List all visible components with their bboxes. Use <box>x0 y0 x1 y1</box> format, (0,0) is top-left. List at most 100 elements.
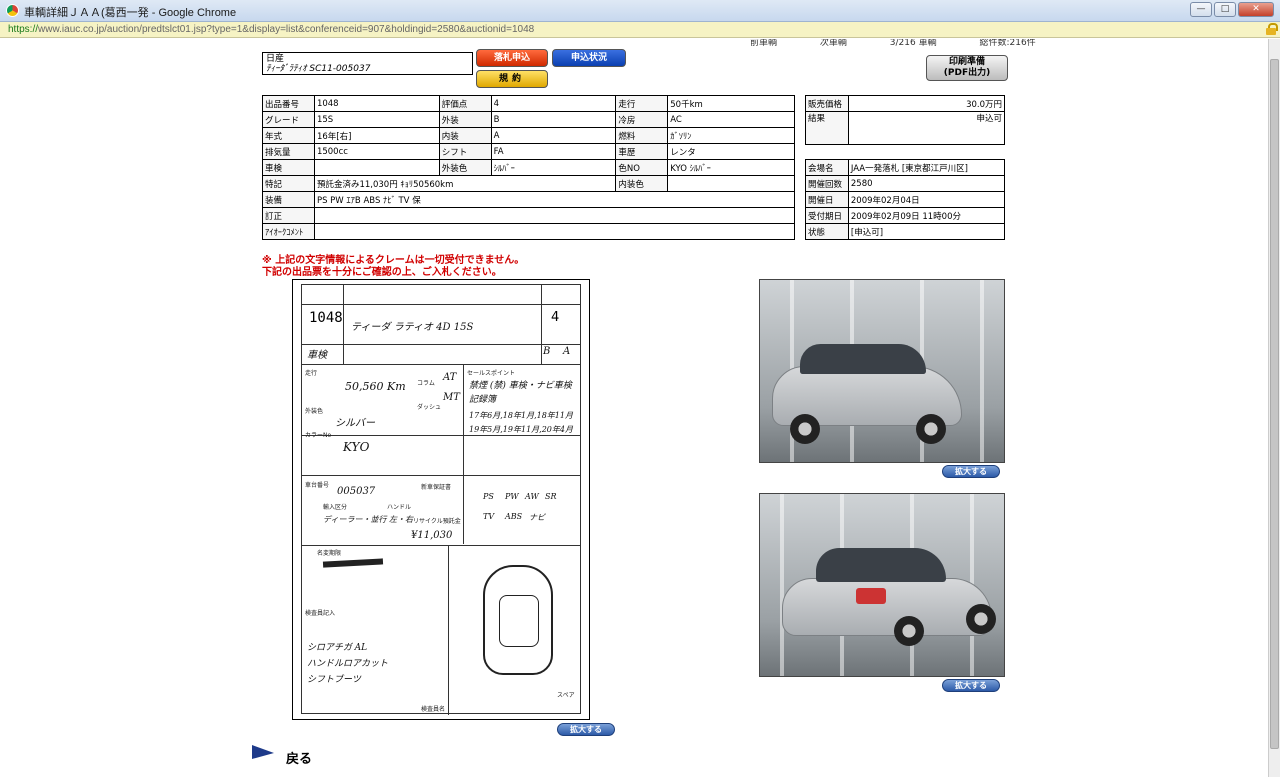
maker-name: 日産 <box>266 54 285 64</box>
sheet-dash-label: ダッシュ <box>417 404 442 411</box>
address-bar[interactable]: https://www.iauc.co.jp/auction/predtslct… <box>0 22 1280 38</box>
colorno-label: 色NO <box>615 159 669 176</box>
special-label: 特記 <box>262 175 315 192</box>
car-taillight <box>856 588 886 604</box>
table-row: 車検 外装色 ｼﾙﾊﾞｰ 色NO KYO ｼﾙﾊﾞｰ <box>262 159 795 176</box>
page-viewport: 前車輌 次車輌 3/216 車輌 総件数:216件 日産 ﾃｨｰﾀﾞﾗﾃｨｵ S… <box>0 39 1268 777</box>
result-label: 結果 <box>805 111 849 145</box>
sheet-notes-3: シフトブーツ <box>307 675 361 685</box>
zoom-front-photo-button[interactable]: 拡大する <box>942 465 1000 478</box>
sheet-notes-label: 検査員記入 <box>305 610 336 617</box>
deadline-value: 2009年02月09日 11時00分 <box>847 207 1006 224</box>
venue-label: 会場名 <box>805 159 849 176</box>
warning-notice: ※ 上記の文字情報によるクレームは一切受付できません。 下記の出品票を十分にご確… <box>262 255 524 279</box>
sheet-owner-label: 名変期限 <box>317 550 342 557</box>
venue-value: JAA一発落札 [東京都江戸川区] <box>847 159 1006 176</box>
minimize-button[interactable]: — <box>1190 2 1212 17</box>
table-row: 年式 16年[右] 内装 A 燃料 ｶﾞｿﾘﾝ <box>262 127 795 144</box>
zoom-rear-photo-button[interactable]: 拡大する <box>942 679 1000 692</box>
color-label: 外装色 <box>438 159 492 176</box>
intcolor-label: 内装色 <box>615 175 669 192</box>
photo-background <box>980 280 984 462</box>
table-row: 状態 [申込可] <box>805 223 1006 240</box>
sheet-spare-label: スペア <box>557 692 575 699</box>
sheet-notes-1: シロアチガ AL <box>307 643 368 653</box>
total-count: 総件数:216件 <box>979 39 1036 48</box>
sheet-color: シルバー <box>335 418 375 429</box>
shift-label: シフト <box>438 143 492 160</box>
ac-label: 冷房 <box>615 111 669 128</box>
window-title: 車輌詳細ＪＡＡ(葛西一発 - Google Chrome <box>24 7 237 19</box>
cc-value: 1500cc <box>313 143 440 160</box>
price-table: 販売価格 30.0万円 結果 申込可 <box>805 95 1006 145</box>
sheet-divider <box>448 545 449 715</box>
back-link[interactable]: 戻る <box>252 747 312 767</box>
print-button-label: 印刷準備 <box>948 57 985 67</box>
lock-icon[interactable] <box>1266 23 1278 35</box>
equip-value: PS PW ｴｱB ABS ﾅﾋﾞ TV 保 <box>313 191 796 208</box>
zoom-sheet-button[interactable]: 拡大する <box>557 723 615 736</box>
fuel-value: ｶﾞｿﾘﾝ <box>667 127 795 144</box>
date-label: 開催日 <box>805 191 849 208</box>
photo-background <box>780 494 784 676</box>
colorno-value: KYO ｼﾙﾊﾞｰ <box>667 159 795 176</box>
back-arrow-icon <box>252 749 274 765</box>
url-scheme: https:// <box>8 24 39 35</box>
exterior-value: B <box>490 111 617 128</box>
comment-label: ｱｲｵｰｸｺﾒﾝﾄ <box>262 223 315 240</box>
maximize-button[interactable]: □ <box>1214 2 1236 17</box>
url-text[interactable]: https://www.iauc.co.jp/auction/predtslct… <box>8 24 534 35</box>
car-wheel <box>894 616 924 646</box>
rules-button[interactable]: 規約 <box>476 70 548 88</box>
sheet-points-1: 禁煙 (禁) 車検・ナビ車検 <box>469 381 572 391</box>
table-row: グレード 15S 外装 B 冷房 AC <box>262 111 795 128</box>
close-button[interactable]: ✕ <box>1238 2 1274 17</box>
status-button[interactable]: 申込状況 <box>552 49 626 67</box>
table-row: 開催日 2009年02月04日 <box>805 191 1006 208</box>
sheet-opt-navi: ナビ <box>529 513 545 522</box>
score-label: 評価点 <box>438 95 492 112</box>
state-label: 状態 <box>805 223 849 240</box>
inspection-label: 車検 <box>262 159 315 176</box>
result-value: 申込可 <box>847 111 1006 145</box>
window-titlebar: 車輌詳細ＪＡＡ(葛西一発 - Google Chrome — □ ✕ <box>0 0 1280 22</box>
table-row: 会場名 JAA一発落札 [東京都江戸川区] <box>805 159 1006 176</box>
model-name: ﾃｨｰﾀﾞﾗﾃｨｵ SC11-005037 <box>266 64 371 74</box>
sheet-opt-pw: PW <box>505 492 519 501</box>
print-button[interactable]: 印刷準備 (PDF出力) <box>926 55 1008 81</box>
car-body <box>782 578 992 636</box>
sheet-exterior-grade: B <box>543 346 551 357</box>
sheet-points-3: 17年6月,18年1月,18年11月 <box>469 411 573 420</box>
car-window <box>800 344 926 374</box>
sheet-import-label: 輸入区分 <box>323 504 348 511</box>
exterior-label: 外装 <box>438 111 492 128</box>
auction-sheet-image[interactable]: 1048 4 ティーダ ラティオ 4D 15S 車検 B A 走行 50,560… <box>292 279 590 720</box>
sheet-opt-sr: SR <box>545 492 557 501</box>
vehicle-photo-rear[interactable] <box>759 493 1005 677</box>
vehicle-photo-front[interactable] <box>759 279 1005 463</box>
next-vehicle-link[interactable]: 次車輌 <box>820 39 847 48</box>
sheet-recycle: ¥11,030 <box>411 530 453 541</box>
table-row: ｱｲｵｰｸｺﾒﾝﾄ <box>262 223 796 240</box>
scrollbar-thumb[interactable] <box>1270 59 1279 749</box>
sheet-divider <box>541 284 542 364</box>
mileage-label: 走行 <box>615 95 669 112</box>
print-button-sublabel: (PDF出力) <box>943 68 991 78</box>
price-value: 30.0万円 <box>847 95 1006 112</box>
table-row: 受付期日 2009年02月09日 11時00分 <box>805 207 1006 224</box>
prev-vehicle-link[interactable]: 前車輌 <box>750 39 777 48</box>
score-value: 4 <box>490 95 617 112</box>
date-value: 2009年02月04日 <box>847 191 1006 208</box>
round-label: 開催回数 <box>805 175 849 192</box>
bid-button[interactable]: 落札申込 <box>476 49 548 67</box>
warning-line-2: 下記の出品票を十分にご確認の上、ご入札ください。 <box>262 267 502 278</box>
vertical-scrollbar[interactable] <box>1268 39 1280 777</box>
year-value: 16年[右] <box>313 127 440 144</box>
sheet-opt-ps: PS <box>483 492 494 501</box>
grade-label: グレード <box>262 111 315 128</box>
sheet-lot-number: 1048 <box>309 310 343 326</box>
deadline-label: 受付期日 <box>805 207 849 224</box>
car-wheel <box>790 414 820 444</box>
correction-value <box>313 207 796 224</box>
vehicle-nav: 前車輌 次車輌 3/216 車輌 総件数:216件 <box>750 39 1076 48</box>
